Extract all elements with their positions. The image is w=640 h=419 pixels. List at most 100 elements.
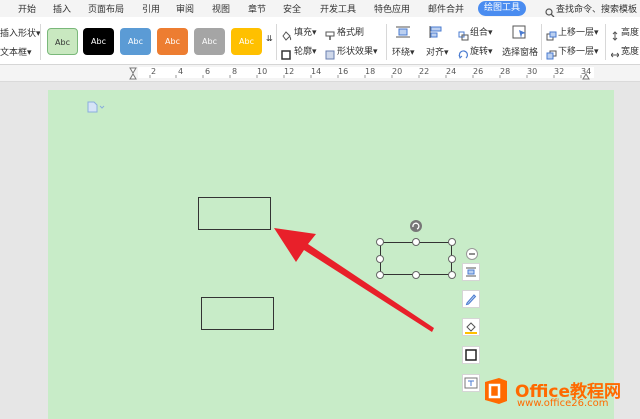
fill-button[interactable]: 填充▾: [294, 25, 317, 38]
layout-options-button[interactable]: [462, 263, 480, 281]
shape-style-swatch-black[interactable]: Abc: [83, 28, 114, 55]
ribbon-separator: [605, 24, 606, 60]
edit-shape-button[interactable]: [462, 290, 480, 308]
ribbon-separator: [40, 24, 41, 60]
bring-forward-icon[interactable]: [546, 26, 557, 45]
selection-pane-button[interactable]: 选择窗格: [502, 45, 538, 58]
rectangle-shape-bottom[interactable]: [201, 297, 274, 330]
send-backward-label: 下移一层: [558, 47, 595, 57]
tab-chapter[interactable]: 章节: [248, 2, 266, 15]
wrap-text-button[interactable]: 环绕▾: [392, 45, 415, 58]
align-button[interactable]: 对齐▾: [426, 45, 449, 58]
align-icon[interactable]: [428, 24, 444, 43]
insert-shape-button[interactable]: 插入形状▾: [0, 26, 41, 39]
wrap-text-label: 环绕: [392, 48, 411, 58]
insert-shape-label: 插入形状: [0, 29, 37, 39]
shape-style-swatch-orange[interactable]: Abc: [157, 28, 188, 55]
shape-style-swatch-blue[interactable]: Abc: [120, 28, 151, 55]
width-icon: [610, 45, 620, 64]
selection-pane-icon[interactable]: [512, 24, 528, 43]
outline-square-icon: [465, 349, 477, 361]
rectangle-shape-top[interactable]: [198, 197, 271, 230]
tab-features[interactable]: 特色应用: [374, 2, 410, 15]
tab-references[interactable]: 引用: [142, 2, 160, 15]
outline-button[interactable]: 轮廓▾: [294, 44, 317, 57]
group-label: 组合: [470, 28, 489, 38]
ruler-label: 20: [392, 67, 403, 76]
ruler-label: 34: [581, 67, 592, 76]
fill-icon[interactable]: [281, 26, 292, 45]
group-icon[interactable]: [458, 26, 469, 45]
ruler-label: 12: [284, 67, 295, 76]
tab-view[interactable]: 视图: [212, 2, 230, 15]
tab-review[interactable]: 审阅: [176, 2, 194, 15]
ruler-label: 18: [365, 67, 376, 76]
ruler-label: 22: [419, 67, 430, 76]
bring-forward-label: 上移一层: [558, 28, 595, 38]
textbox-button[interactable]: 文本框▾: [0, 45, 32, 58]
ribbon-separator: [386, 24, 387, 60]
tab-mail-merge[interactable]: 邮件合并: [428, 2, 464, 15]
shape-effects-icon[interactable]: [325, 45, 335, 64]
red-annotation-arrow: [274, 228, 434, 332]
layout-options-icon: [466, 267, 476, 277]
office-logo-icon: [482, 376, 510, 410]
ruler-label: 24: [446, 67, 457, 76]
textbox-label: 文本框: [0, 48, 28, 58]
height-icon: [611, 26, 619, 45]
pen-icon: [465, 294, 477, 306]
menu-bar: 开始 插入 页面布局 引用 审阅 视图 章节 安全 开发工具 特色应用 邮件合并…: [0, 0, 640, 18]
format-painter-button[interactable]: 格式刷: [337, 25, 364, 38]
wrap-text-icon[interactable]: [395, 24, 411, 43]
height-label: 高度: [621, 28, 640, 38]
style-gallery-expand-icon[interactable]: ⇊: [266, 34, 273, 43]
shape-effects-label: 形状效果: [337, 47, 374, 57]
text-box-options-button[interactable]: [462, 374, 480, 392]
shape-style-swatch-gray[interactable]: Abc: [194, 28, 225, 55]
shape-style-swatch-gold[interactable]: Abc: [231, 28, 262, 55]
fill-label: 填充: [294, 28, 313, 38]
ruler-label: 14: [311, 67, 322, 76]
shape-outline-button[interactable]: [462, 346, 480, 364]
tab-drawing-tools[interactable]: 绘图工具: [478, 1, 526, 16]
collapse-toolbar-icon[interactable]: [466, 245, 478, 264]
shape-effects-button[interactable]: 形状效果▾: [337, 44, 378, 57]
ruler-label: 6: [205, 67, 211, 76]
ruler-label: 26: [473, 67, 484, 76]
search-command-box[interactable]: 查找命令、搜索模板: [556, 2, 637, 15]
tab-home[interactable]: 开始: [18, 2, 36, 15]
rotate-button[interactable]: 旋转▾: [470, 44, 493, 57]
rotate-icon[interactable]: [458, 45, 469, 64]
tab-page-layout[interactable]: 页面布局: [88, 2, 124, 15]
outline-label: 轮廓: [294, 47, 313, 57]
tab-security[interactable]: 安全: [283, 2, 301, 15]
send-backward-icon[interactable]: [546, 45, 557, 64]
bring-forward-button[interactable]: 上移一层▾: [558, 25, 599, 38]
rotate-label: 旋转: [470, 47, 489, 57]
ruler-label: 8: [232, 67, 238, 76]
outline-icon[interactable]: [281, 45, 291, 64]
ruler-label: 2: [151, 67, 157, 76]
ruler-label: 32: [554, 67, 565, 76]
ruler-label: 30: [527, 67, 538, 76]
tab-insert[interactable]: 插入: [53, 2, 71, 15]
ribbon-separator: [541, 24, 542, 60]
align-label: 对齐: [426, 48, 445, 58]
ruler-label: 10: [257, 67, 268, 76]
width-label: 宽度: [621, 47, 640, 57]
ruler-label: 16: [338, 67, 349, 76]
ruler-label: 4: [178, 67, 184, 76]
paint-bucket-icon: [465, 322, 477, 334]
text-box-icon: [464, 377, 478, 389]
tab-developer[interactable]: 开发工具: [320, 2, 356, 15]
group-button[interactable]: 组合▾: [470, 25, 493, 38]
send-backward-button[interactable]: 下移一层▾: [558, 44, 599, 57]
format-painter-icon[interactable]: [325, 26, 335, 45]
horizontal-ruler[interactable]: 2 4 6 8 10 12 14 16 18 20 22 24 26 28 30…: [0, 65, 640, 82]
ruler-label: 28: [500, 67, 511, 76]
watermark-url: www.office26.com: [517, 398, 609, 409]
shape-style-swatch-green[interactable]: Abc: [47, 28, 78, 55]
ribbon-separator: [276, 24, 277, 60]
shape-fill-button[interactable]: [462, 318, 480, 336]
document-options-icon[interactable]: [87, 98, 105, 117]
